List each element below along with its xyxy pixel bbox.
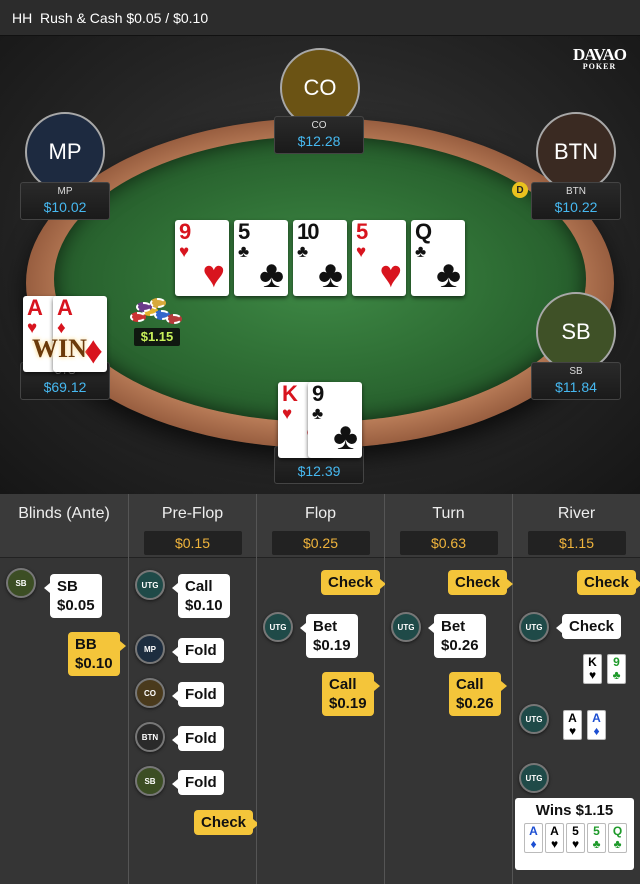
- poker-table: DAVAO POKER CO CO $12.28 MP MP $10.02 BT…: [0, 36, 640, 494]
- seat-hero-stack: $12.39: [297, 463, 341, 479]
- winning-card: 5 ♣: [587, 823, 606, 853]
- street-header: Pre-Flop $0.15: [129, 494, 256, 558]
- player-chip-sb: SB: [6, 568, 36, 598]
- action-bubble-utg-bet: Bet $0.19: [300, 614, 358, 658]
- page-title: HH Rush & Cash $0.05 / $0.10: [12, 9, 209, 26]
- seat-btn-plate: BTN $10.22: [531, 182, 621, 220]
- player-chip-co: CO: [135, 678, 165, 708]
- street-header: Blinds (Ante): [0, 494, 128, 558]
- winner-box: Wins $1.15 A ♦ A ♥ 5 ♥ 5 ♣ Q ♣: [515, 798, 634, 870]
- street-header: Turn $0.63: [385, 494, 512, 558]
- player-chip-btn: BTN: [135, 722, 165, 752]
- winning-card: A ♦: [524, 823, 543, 853]
- street-title: River: [557, 505, 596, 522]
- action-bubble-hero-check: Check: [194, 810, 260, 835]
- seat-mp-plate: MP $10.02: [20, 182, 110, 220]
- site-logo: DAVAO POKER: [573, 45, 627, 71]
- winning-card: 5 ♥: [566, 823, 585, 853]
- header-bar: HH Rush & Cash $0.05 / $0.10: [0, 0, 640, 36]
- player-chip-utg: UTG: [135, 570, 165, 600]
- seat-btn-name: BTN: [566, 186, 586, 197]
- board-card: 10 ♣ ♣: [293, 220, 347, 296]
- player-chip-utg: UTG: [263, 612, 293, 642]
- win-badge: WIN: [32, 334, 87, 363]
- seat-utg-stack: $69.12: [43, 379, 87, 395]
- street-column-preflop: Pre-Flop $0.15 UTG Call $0.10 MP Fold CO…: [129, 494, 260, 884]
- seat-mp-stack: $10.02: [43, 199, 87, 215]
- seat-mp-name: MP: [57, 186, 73, 197]
- street-column-turn: Turn $0.63 Check UTG Bet $0.26 Call $0.2…: [385, 494, 514, 884]
- showdown-card: 9 ♣: [607, 654, 626, 684]
- action-bubble-co-fold: Fold: [172, 682, 224, 707]
- action-bubble-hero-check: Check: [321, 570, 387, 595]
- seat-sb-avatar[interactable]: SB: [536, 292, 616, 372]
- street-pot: $0.15: [143, 531, 242, 555]
- player-chip-utg: UTG: [519, 612, 549, 642]
- seat-sb-stack: $11.84: [555, 379, 597, 395]
- street-pot: $1.15: [527, 531, 626, 555]
- street-body: Check UTG Bet $0.19 Call $0.19: [257, 558, 387, 884]
- action-bubble-hero-check: Check: [577, 570, 640, 595]
- action-bubble-utg-bet: Bet $0.26: [428, 614, 486, 658]
- pot-amount: $1.15: [134, 328, 180, 346]
- street-header: River $1.15: [513, 494, 640, 558]
- seat-btn-stack: $10.22: [554, 199, 598, 215]
- seat-co-name: CO: [311, 120, 327, 131]
- board-card: Q ♣ ♣: [411, 220, 465, 296]
- action-bubble-utg-call: Call $0.10: [172, 574, 230, 618]
- seat-sb-plate: SB $11.84: [531, 362, 621, 400]
- seat-co-stack: $12.28: [297, 133, 341, 149]
- street-title: Blinds (Ante): [18, 505, 110, 522]
- dealer-button-icon: D: [512, 182, 528, 198]
- action-bubble-hero-call: Call $0.26: [449, 672, 507, 716]
- street-column-flop: Flop $0.25 Check UTG Bet $0.19 Call $0.1…: [257, 494, 387, 884]
- seat-mp-avatar[interactable]: MP: [25, 112, 105, 192]
- street-title: Turn: [432, 505, 465, 522]
- street-pot: $0.63: [399, 531, 498, 555]
- showdown-card: A ♦: [587, 710, 606, 740]
- street-column-blinds: Blinds (Ante) SB SB $0.05 BB $0.10: [0, 494, 129, 884]
- winning-hand-cards: A ♦ A ♥ 5 ♥ 5 ♣ Q ♣: [515, 819, 634, 859]
- action-bubble-hero-call: Call $0.19: [322, 672, 380, 716]
- action-bubble-bb: BB $0.10: [68, 632, 126, 676]
- player-chip-utg: UTG: [391, 612, 421, 642]
- board-card: 5 ♥ ♥: [352, 220, 406, 296]
- board-card: 5 ♣ ♣: [234, 220, 288, 296]
- board-card: 9 ♥ ♥: [175, 220, 229, 296]
- showdown-card: K ♥: [583, 654, 602, 684]
- action-bubble-btn-fold: Fold: [172, 726, 224, 751]
- street-title: Flop: [304, 505, 337, 522]
- win-amount: Wins $1.15: [535, 802, 614, 819]
- player-chip-utg: UTG: [519, 704, 549, 734]
- hand-history-panel: Blinds (Ante) SB SB $0.05 BB $0.10 Pre-F…: [0, 494, 640, 884]
- player-chip-utg: UTG: [519, 763, 549, 793]
- street-body: UTG Call $0.10 MP Fold CO Fold BTN Fold …: [129, 558, 260, 884]
- street-pot: $0.25: [271, 531, 370, 555]
- action-bubble-sb-fold: Fold: [172, 770, 224, 795]
- seat-sb-name: SB: [569, 366, 583, 377]
- player-chip-sb: SB: [135, 766, 165, 796]
- pot-chips-icon: [128, 298, 186, 330]
- showdown-card: A ♥: [563, 710, 582, 740]
- street-title: Pre-Flop: [161, 505, 224, 522]
- seat-co-plate: CO $12.28: [274, 116, 364, 154]
- street-body: SB SB $0.05 BB $0.10: [0, 558, 128, 884]
- winning-card: Q ♣: [608, 823, 627, 853]
- seat-btn-avatar[interactable]: BTN: [536, 112, 616, 192]
- street-header: Flop $0.25: [257, 494, 384, 558]
- winning-card: A ♥: [545, 823, 564, 853]
- action-bubble-utg-check: Check: [555, 614, 622, 639]
- street-body: Check UTG Bet $0.26 Call $0.26: [385, 558, 514, 884]
- action-bubble-sb: SB $0.05: [44, 574, 102, 618]
- player-chip-mp: MP: [135, 634, 165, 664]
- action-bubble-hero-check: Check: [448, 570, 514, 595]
- action-bubble-mp-fold: Fold: [172, 638, 224, 663]
- hero-hole-card: 9 ♣ ♣: [308, 382, 362, 458]
